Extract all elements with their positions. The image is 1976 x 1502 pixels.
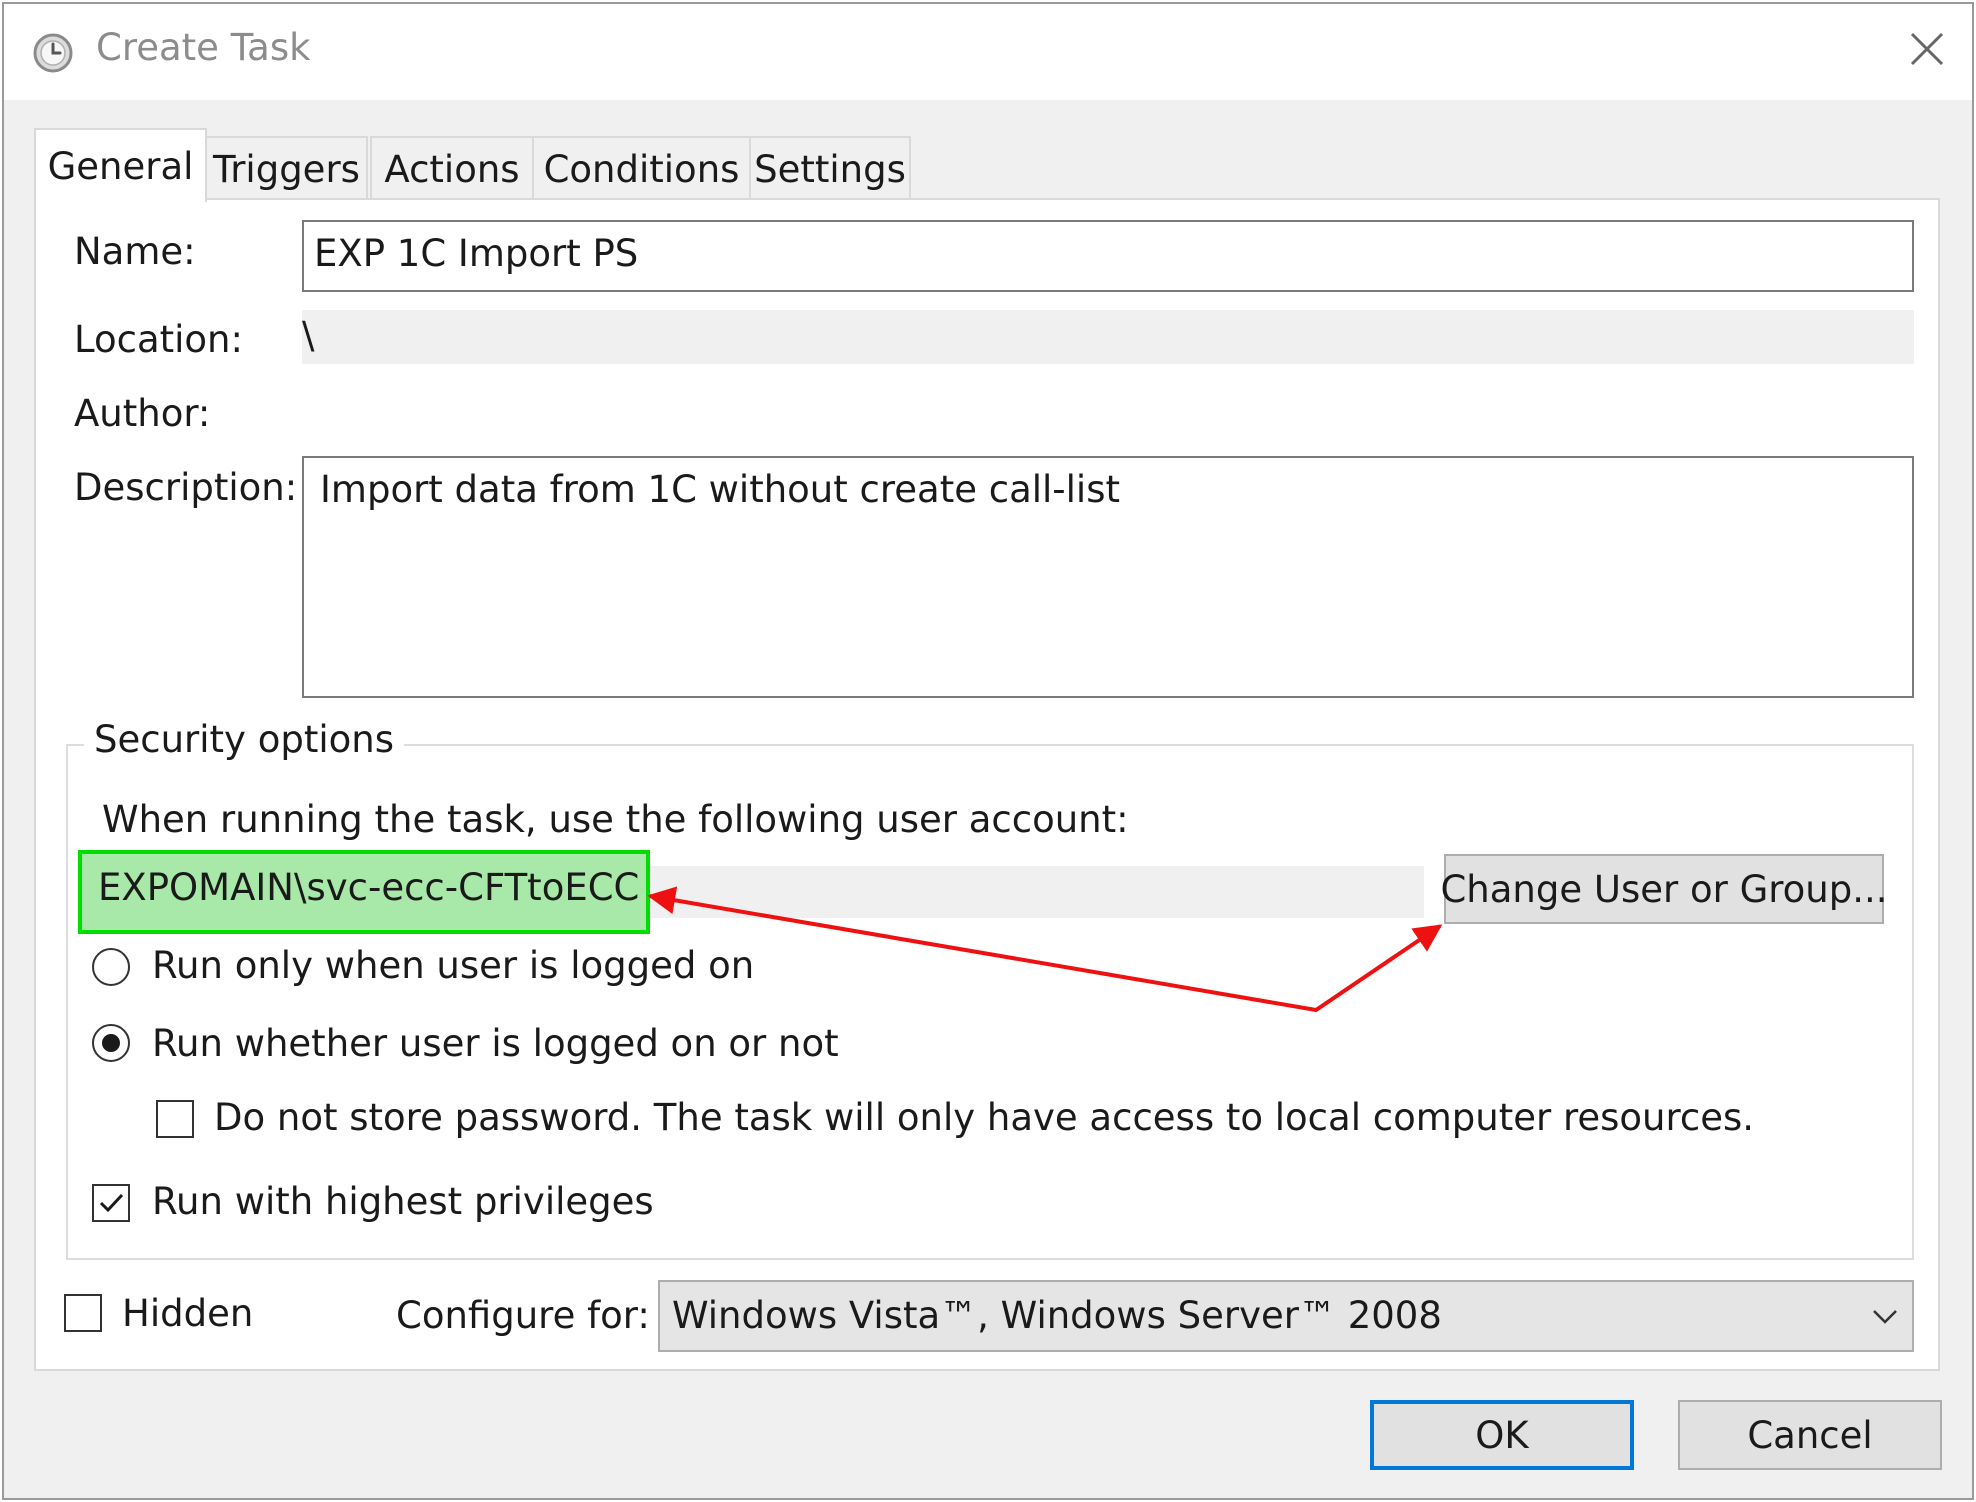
location-value: \ bbox=[302, 310, 1914, 364]
description-label: Description: bbox=[74, 466, 298, 509]
run-whether-logged-on-label: Run whether user is logged on or not bbox=[152, 1022, 839, 1065]
configure-for-value: Windows Vista™, Windows Server™ 2008 bbox=[672, 1294, 1442, 1337]
run-highest-privileges-label: Run with highest privileges bbox=[152, 1180, 654, 1223]
do-not-store-password-checkbox[interactable] bbox=[156, 1100, 194, 1138]
author-label: Author: bbox=[74, 392, 211, 435]
user-account-value: EXPOMAIN\svc-ecc-CFTtoECC bbox=[98, 866, 640, 909]
ok-button[interactable]: OK bbox=[1370, 1400, 1634, 1470]
run-highest-privileges-checkbox[interactable] bbox=[92, 1184, 130, 1222]
checkmark-icon bbox=[99, 1193, 124, 1213]
run-whether-logged-on-radio[interactable] bbox=[92, 1024, 130, 1062]
tab-triggers[interactable]: Triggers bbox=[205, 136, 368, 200]
name-label: Name: bbox=[74, 230, 196, 273]
tab-settings[interactable]: Settings bbox=[749, 136, 911, 200]
hidden-checkbox[interactable] bbox=[64, 1294, 102, 1332]
tab-conditions[interactable]: Conditions bbox=[532, 136, 751, 200]
description-textarea[interactable]: Import data from 1C without create call-… bbox=[302, 456, 1914, 698]
hidden-label: Hidden bbox=[122, 1292, 254, 1335]
tab-actions[interactable]: Actions bbox=[370, 136, 534, 200]
change-user-or-group-button[interactable]: Change User or Group... bbox=[1440, 854, 1888, 924]
run-only-logged-on-label: Run only when user is logged on bbox=[152, 944, 755, 987]
configure-for-select[interactable]: Windows Vista™, Windows Server™ 2008 bbox=[658, 1280, 1914, 1352]
clock-icon bbox=[33, 33, 73, 73]
window-title: Create Task bbox=[96, 26, 311, 69]
security-options-title: Security options bbox=[84, 718, 404, 761]
configure-for-label: Configure for: bbox=[396, 1294, 650, 1337]
close-icon[interactable] bbox=[1896, 18, 1958, 80]
user-account-prompt: When running the task, use the following… bbox=[102, 798, 1129, 841]
tab-general[interactable]: General bbox=[34, 128, 207, 202]
chevron-down-icon bbox=[1873, 1310, 1897, 1324]
name-input[interactable]: EXP 1C Import PS bbox=[302, 220, 1914, 292]
run-only-logged-on-radio[interactable] bbox=[92, 948, 130, 986]
cancel-button[interactable]: Cancel bbox=[1678, 1400, 1942, 1470]
do-not-store-password-label: Do not store password. The task will onl… bbox=[214, 1096, 1755, 1139]
location-label: Location: bbox=[74, 318, 243, 361]
